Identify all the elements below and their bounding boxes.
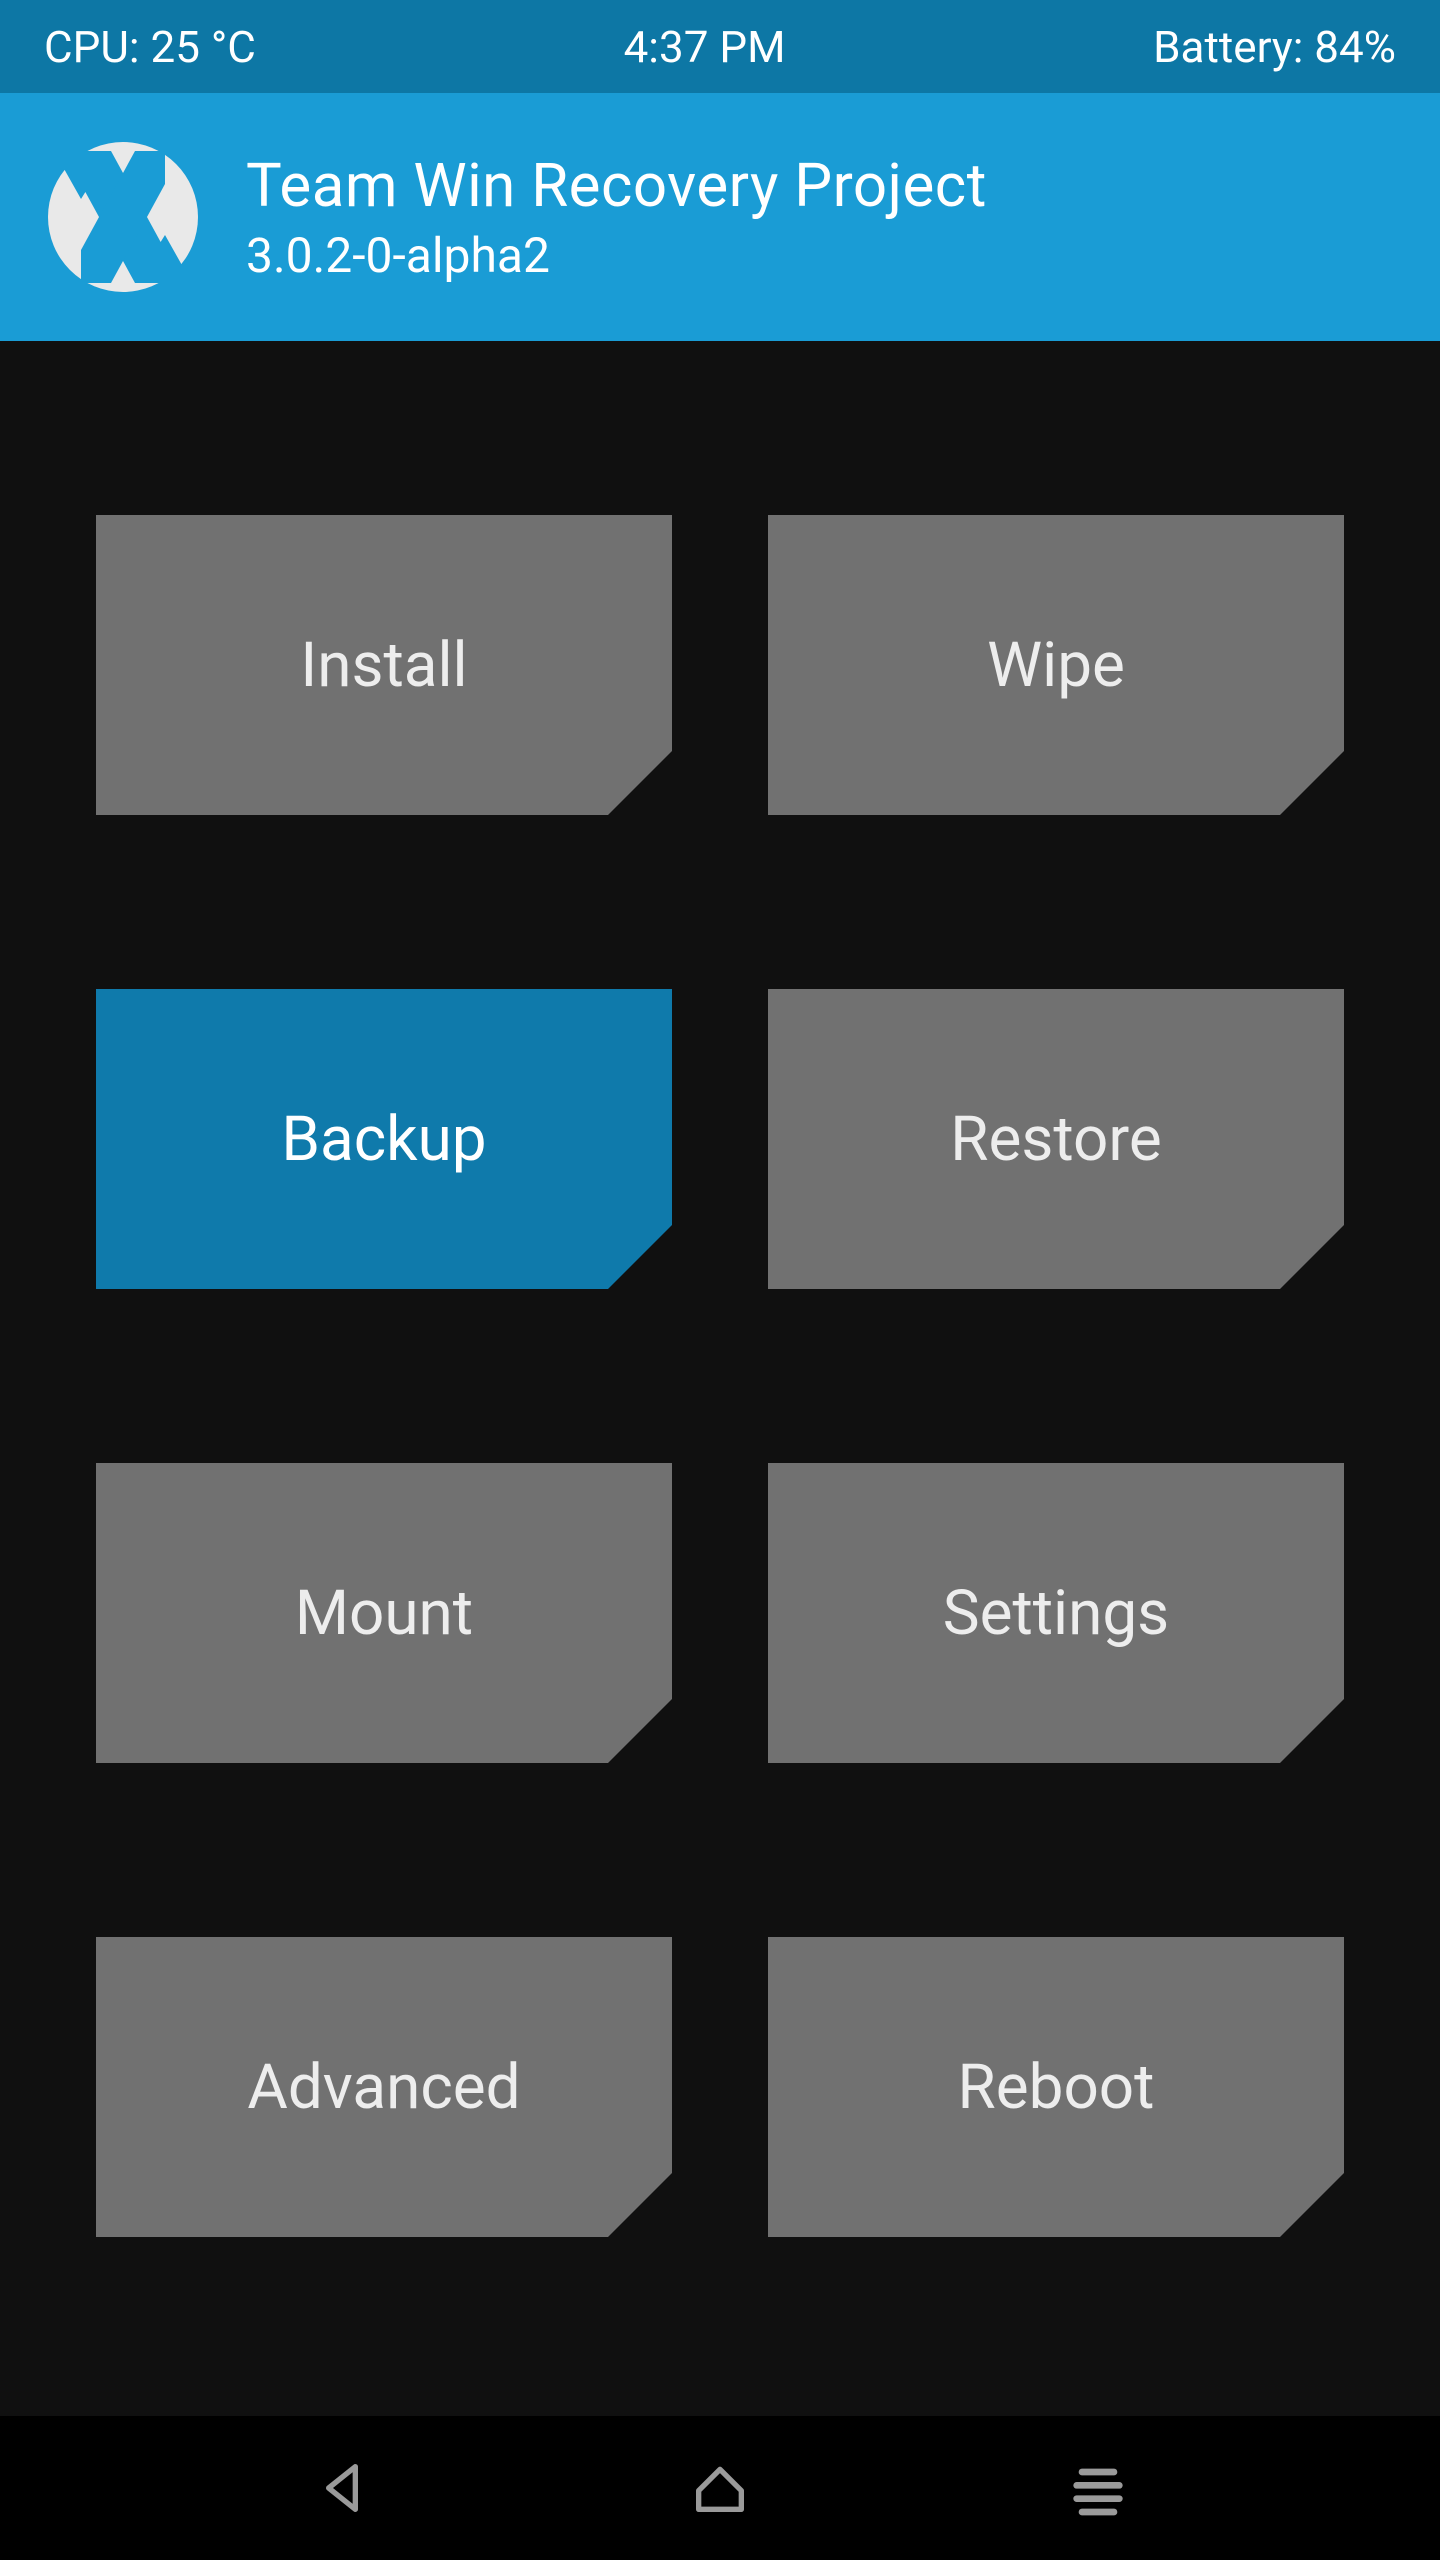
button-label: Settings — [943, 1577, 1169, 1650]
button-label: Reboot — [958, 2051, 1155, 2124]
wipe-button[interactable]: Wipe — [768, 515, 1344, 815]
twrp-logo-icon — [48, 142, 198, 292]
main-menu: Install Wipe Backup Restore Mount Settin… — [0, 341, 1440, 2416]
app-title: Team Win Recovery Project — [246, 150, 987, 221]
advanced-button[interactable]: Advanced — [96, 1937, 672, 2237]
install-button[interactable]: Install — [96, 515, 672, 815]
header-text: Team Win Recovery Project 3.0.2-0-alpha2 — [246, 150, 987, 284]
button-label: Install — [300, 629, 467, 702]
restore-button[interactable]: Restore — [768, 989, 1344, 1289]
status-time: 4:37 PM — [624, 21, 786, 73]
mount-button[interactable]: Mount — [96, 1463, 672, 1763]
button-label: Restore — [950, 1103, 1161, 1176]
button-label: Wipe — [987, 629, 1125, 702]
reboot-button[interactable]: Reboot — [768, 1937, 1344, 2237]
button-label: Mount — [295, 1577, 473, 1650]
home-icon[interactable] — [684, 2452, 756, 2524]
app-version: 3.0.2-0-alpha2 — [246, 227, 987, 284]
nav-bar — [0, 2416, 1440, 2560]
status-bar: CPU: 25 °C 4:37 PM Battery: 84% — [0, 0, 1440, 93]
backup-button[interactable]: Backup — [96, 989, 672, 1289]
status-cpu: CPU: 25 °C — [44, 21, 256, 73]
button-label: Advanced — [247, 2051, 520, 2124]
menu-icon[interactable] — [1062, 2452, 1134, 2524]
back-icon[interactable] — [306, 2452, 378, 2524]
button-label: Backup — [281, 1103, 486, 1176]
settings-button[interactable]: Settings — [768, 1463, 1344, 1763]
status-battery: Battery: 84% — [1153, 21, 1396, 73]
app-header: Team Win Recovery Project 3.0.2-0-alpha2 — [0, 93, 1440, 341]
